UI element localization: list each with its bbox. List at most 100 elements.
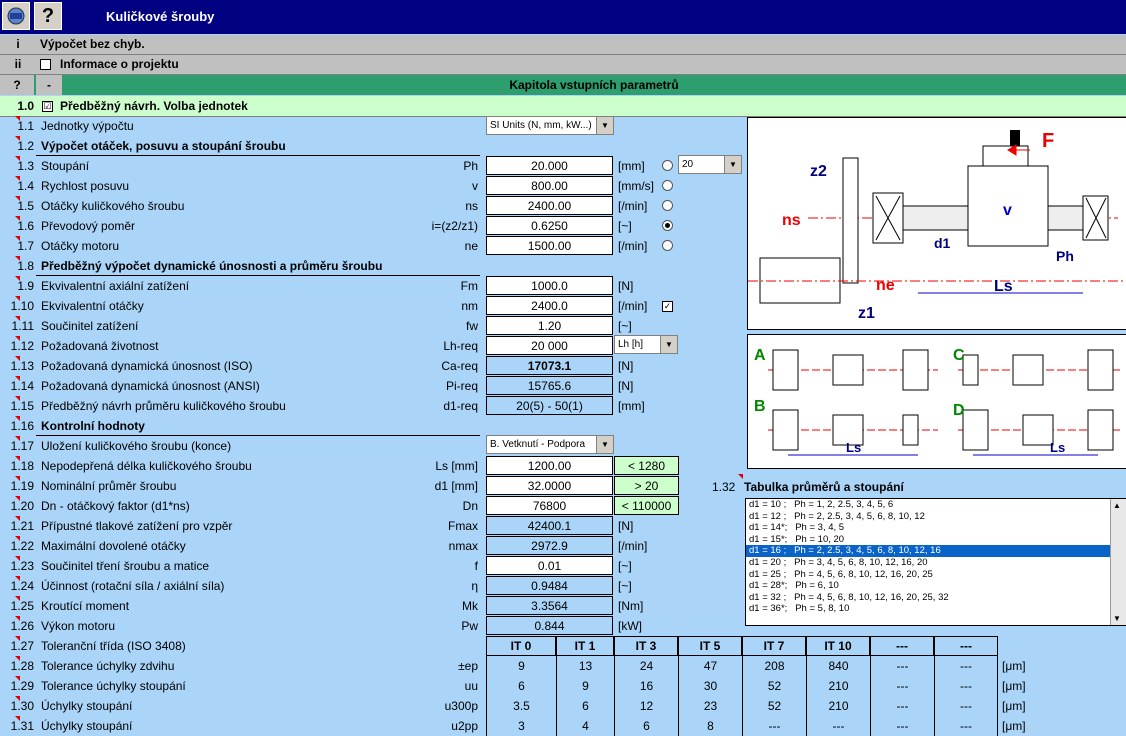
chevron-down-icon[interactable]: ▼	[596, 117, 613, 134]
param-value: 0.9484	[486, 576, 613, 595]
param-num: 1.19	[10, 479, 34, 493]
tolerance-cell: 52	[742, 696, 806, 716]
equivalent-rpm-checkbox[interactable]: ✓	[662, 301, 673, 312]
tolerance-header[interactable]: IT 1	[556, 636, 614, 656]
diameter-pitch-list[interactable]: d1 = 10 ; Ph = 1, 2, 2.5, 3, 4, 5, 6 d1 =…	[745, 498, 1126, 626]
support-A: A	[754, 347, 766, 364]
param-num: 1.6	[17, 219, 34, 233]
radio-screw-rpm[interactable]	[662, 200, 673, 211]
comment-marker	[15, 376, 20, 381]
param-row-1-21: 1.21 Přípustné tlakové zatížení pro vzpěr…	[0, 516, 700, 536]
tolerance-cell: 210	[806, 696, 870, 716]
param-value[interactable]: 32.0000	[486, 476, 613, 495]
project-checkbox[interactable]	[40, 59, 51, 70]
list-item[interactable]: d1 = 14*; Ph = 3, 4, 5	[746, 522, 1126, 534]
param-unit: [~]	[618, 319, 632, 333]
param-value[interactable]: 1000.0	[486, 276, 613, 295]
param-value[interactable]: 76800	[486, 496, 613, 515]
list-item[interactable]: d1 = 32 ; Ph = 4, 5, 6, 8, 10, 12, 16, 2…	[746, 592, 1126, 604]
param-value[interactable]: 0.6250	[486, 216, 613, 235]
list-item[interactable]: d1 = 10 ; Ph = 1, 2, 2.5, 3, 4, 5, 6	[746, 499, 1126, 511]
param-unit: [N]	[618, 379, 634, 393]
tolerance-cell: 13	[556, 656, 614, 676]
param-label: Ekvivalentní axiální zatížení	[41, 279, 190, 293]
param-value: 17073.1	[486, 356, 613, 375]
param-symbol: i=(z2/z1)	[431, 219, 478, 233]
scroll-down-icon[interactable]: ▼	[1113, 614, 1121, 623]
units-select[interactable]: SI Units (N, mm, kW...) ▼	[486, 116, 614, 135]
limit-badge: < 110000	[614, 496, 679, 515]
tolerance-cell: 12	[614, 696, 678, 716]
param-label: Otáčky kuličkového šroubu	[41, 199, 185, 213]
life-unit-select[interactable]: Lh [h] ▼	[614, 335, 678, 354]
scroll-up-icon[interactable]: ▲	[1113, 501, 1121, 510]
list-scrollbar[interactable]: ▲ ▼	[1110, 499, 1126, 625]
pitch-select[interactable]: 20 ▼	[678, 155, 742, 174]
tolerance-cell: 3	[486, 716, 556, 736]
tolerance-header[interactable]: IT 7	[742, 636, 806, 656]
param-row-1-8: 1.8 Předběžný výpočet dynamické únosnosti…	[0, 256, 700, 276]
chevron-down-icon[interactable]: ▼	[724, 156, 741, 173]
list-item[interactable]: d1 = 28*; Ph = 6, 10	[746, 580, 1126, 592]
chapter-help[interactable]: ?	[0, 75, 34, 95]
chevron-down-icon[interactable]: ▼	[660, 336, 677, 353]
param-value: 3.3564	[486, 596, 613, 615]
tolerance-header[interactable]: IT 10	[806, 636, 870, 656]
param-row-1-10: 1.10 Ekvivalentní otáčky nm 2400.0 [/min]	[0, 296, 700, 316]
tolerance-header[interactable]: ---	[870, 636, 934, 656]
param-value[interactable]: 1.20	[486, 316, 613, 335]
param-label: Maximální dovolené otáčky	[41, 539, 186, 553]
list-item[interactable]: d1 = 36*; Ph = 5, 8, 10	[746, 603, 1126, 615]
tolerance-header[interactable]: ---	[934, 636, 998, 656]
section-num: 1.0	[17, 99, 34, 113]
param-value[interactable]: 2400.0	[486, 296, 613, 315]
param-value[interactable]: 20.000	[486, 156, 613, 175]
param-value[interactable]: 1200.00	[486, 456, 613, 475]
param-value: 15765.6	[486, 376, 613, 395]
param-value[interactable]: 800.00	[486, 176, 613, 195]
comment-marker	[738, 474, 743, 479]
param-row-1-18: 1.18 Nepodepřená délka kuličkového šroubu…	[0, 456, 700, 476]
radio-ratio[interactable]	[662, 220, 673, 231]
comment-marker	[15, 156, 20, 161]
param-label: Nepodepřená délka kuličkového šroubu	[41, 459, 252, 473]
param-num: 1.15	[10, 399, 34, 413]
param-row-1-14: 1.14 Požadovaná dynamická únosnost (ANSI)…	[0, 376, 700, 396]
tolerance-header[interactable]: IT 0	[486, 636, 556, 656]
param-unit: [N]	[618, 519, 634, 533]
param-num: 1.21	[10, 519, 34, 533]
comment-marker	[15, 136, 20, 141]
radio-motor-rpm[interactable]	[662, 240, 673, 251]
param-value[interactable]: 1500.00	[486, 236, 613, 255]
param-unit: [μm]	[1002, 679, 1026, 693]
param-unit: [μm]	[1002, 719, 1026, 733]
project-row[interactable]: ii Informace o projektu	[0, 55, 1126, 75]
diagram-z1: z1	[858, 305, 875, 322]
chapter-collapse-button[interactable]: -	[36, 75, 62, 95]
section-checkbox[interactable]: ☑	[42, 101, 53, 112]
param-value[interactable]: 0.01	[486, 556, 613, 575]
chevron-down-icon[interactable]: ▼	[596, 436, 613, 453]
support-select[interactable]: B. Vetknutí - Podpora ▼	[486, 435, 614, 454]
param-unit: [mm/s]	[618, 179, 654, 193]
param-label: Výpočet otáček, posuvu a stoupání šroubu	[41, 139, 286, 153]
comment-marker	[15, 416, 20, 421]
list-item[interactable]: d1 = 12 ; Ph = 2, 2.5, 3, 4, 5, 6, 8, 10…	[746, 511, 1126, 523]
tolerance-header[interactable]: IT 5	[678, 636, 742, 656]
radio-speed[interactable]	[662, 180, 673, 191]
radio-pitch[interactable]	[662, 160, 673, 171]
list-item[interactable]: d1 = 20 ; Ph = 3, 4, 5, 6, 8, 10, 12, 16…	[746, 557, 1126, 569]
list-item[interactable]: d1 = 16 ; Ph = 2, 2.5, 3, 4, 5, 6, 8, 10…	[746, 545, 1126, 557]
param-num: 1.29	[10, 679, 34, 693]
list-item[interactable]: d1 = 25 ; Ph = 4, 5, 6, 8, 10, 12, 16, 2…	[746, 569, 1126, 581]
param-label: Stoupání	[41, 159, 90, 173]
param-value[interactable]: 2400.00	[486, 196, 613, 215]
help-button[interactable]: ?	[34, 2, 62, 30]
status-row: i Výpočet bez chyb.	[0, 35, 1126, 55]
app-icon[interactable]	[2, 2, 30, 30]
param-value[interactable]: 20 000	[486, 336, 613, 355]
param-num: 1.7	[17, 239, 34, 253]
list-item[interactable]: d1 = 15*; Ph = 10, 20	[746, 534, 1126, 546]
tolerance-header[interactable]: IT 3	[614, 636, 678, 656]
param-label: Kontrolní hodnoty	[41, 419, 145, 433]
